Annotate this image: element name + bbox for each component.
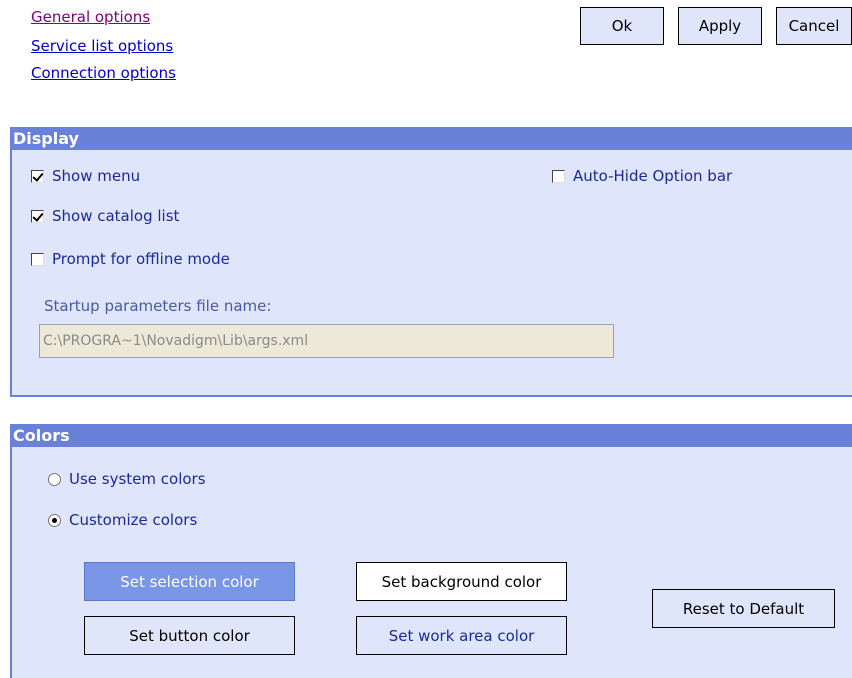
use-system-colors-radio[interactable] — [48, 472, 61, 486]
customize-colors-label: Customize colors — [69, 511, 198, 529]
set-button-color-button[interactable]: Set button color — [84, 616, 295, 655]
customize-colors-radio[interactable] — [48, 513, 61, 527]
set-work-area-color-button[interactable]: Set work area color — [356, 616, 567, 655]
startup-params-input[interactable]: C:\PROGRA~1\Novadigm\Lib\args.xml — [39, 324, 614, 358]
nav-service-list-options[interactable]: Service list options — [31, 37, 173, 55]
reset-to-default-button[interactable]: Reset to Default — [652, 589, 835, 628]
show-menu-checkbox[interactable] — [31, 169, 44, 183]
set-selection-color-button[interactable]: Set selection color — [84, 562, 295, 601]
show-menu-option[interactable]: Show menu — [31, 167, 140, 185]
show-catalog-checkbox[interactable] — [31, 209, 44, 223]
prompt-offline-checkbox[interactable] — [31, 252, 44, 266]
apply-button[interactable]: Apply — [678, 7, 762, 45]
startup-params-label: Startup parameters file name: — [44, 297, 272, 315]
colors-panel-title: Colors — [10, 424, 852, 447]
cancel-button[interactable]: Cancel — [776, 7, 852, 45]
customize-colors-option[interactable]: Customize colors — [48, 511, 197, 529]
use-system-colors-label: Use system colors — [69, 470, 206, 488]
show-catalog-label: Show catalog list — [52, 207, 180, 225]
use-system-colors-option[interactable]: Use system colors — [48, 470, 206, 488]
nav-general-options[interactable]: General options — [31, 8, 150, 26]
nav-connection-options[interactable]: Connection options — [31, 64, 176, 82]
show-catalog-option[interactable]: Show catalog list — [31, 207, 179, 225]
prompt-offline-option[interactable]: Prompt for offline mode — [31, 250, 230, 268]
auto-hide-checkbox[interactable] — [552, 169, 565, 183]
display-panel-title: Display — [10, 127, 852, 150]
set-background-color-button[interactable]: Set background color — [356, 562, 567, 601]
ok-button[interactable]: Ok — [580, 7, 664, 45]
show-menu-label: Show menu — [52, 167, 141, 185]
auto-hide-option[interactable]: Auto-Hide Option bar — [552, 167, 732, 185]
auto-hide-label: Auto-Hide Option bar — [573, 167, 733, 185]
prompt-offline-label: Prompt for offline mode — [52, 250, 230, 268]
